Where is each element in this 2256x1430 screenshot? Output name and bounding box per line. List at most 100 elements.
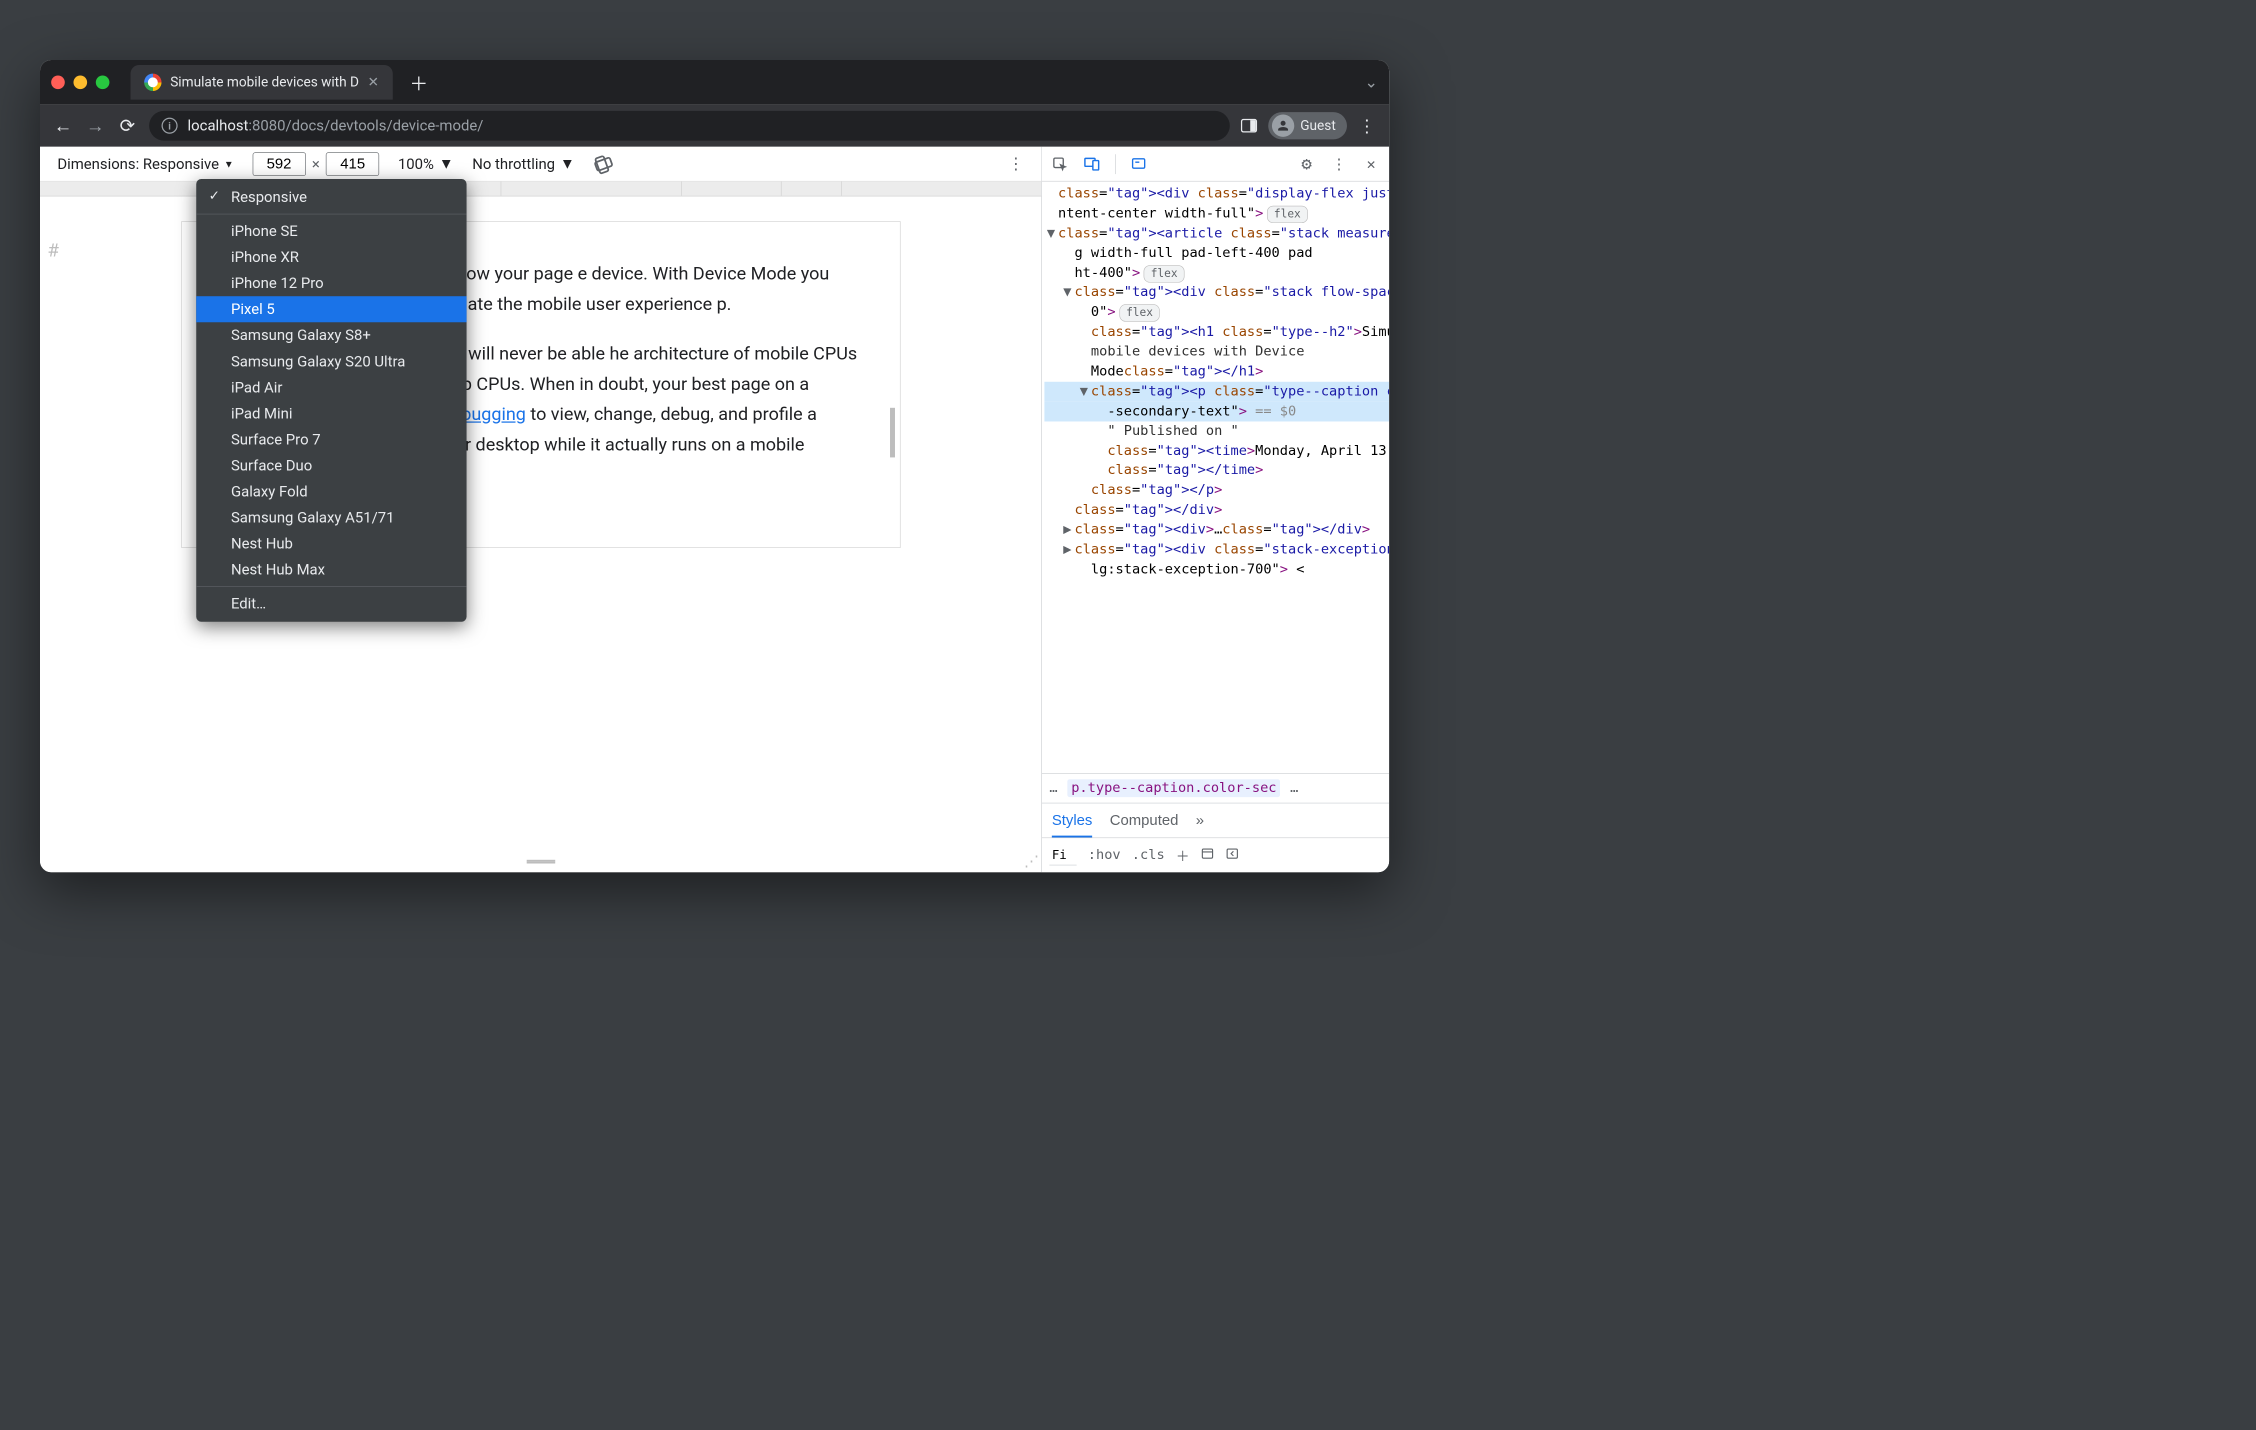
tabs-chevron-icon[interactable]: ⌄: [1364, 73, 1378, 92]
devtools-tabbar: ⚙ ⋮ ✕: [1042, 147, 1389, 182]
device-list-dropdown: Responsive iPhone SEiPhone XRiPhone 12 P…: [196, 179, 466, 622]
scroll-indicator-icon[interactable]: [890, 408, 895, 458]
browser-menu-button[interactable]: ⋮: [1358, 115, 1377, 135]
grip-icon: [526, 860, 555, 864]
device-option[interactable]: iPad Air: [196, 374, 466, 400]
dimensions-label: Dimensions: Responsive: [57, 155, 219, 172]
device-option[interactable]: Pixel 5: [196, 296, 466, 322]
elements-line[interactable]: g width-full pad-left-400 pad: [1044, 243, 1389, 263]
device-option[interactable]: iPad Mini: [196, 400, 466, 426]
page-hash[interactable]: #: [47, 240, 58, 262]
forward-button[interactable]: →: [85, 115, 106, 137]
device-option[interactable]: Nest Hub Max: [196, 557, 466, 583]
styles-filterbar: :hov .cls ＋: [1042, 837, 1389, 872]
tab-computed[interactable]: Computed: [1110, 812, 1179, 829]
device-option[interactable]: Surface Duo: [196, 452, 466, 478]
content-row: Dimensions: Responsive ▼ × 100% ▼ No thr…: [40, 147, 1389, 872]
window-close-button[interactable]: [51, 76, 65, 90]
width-input[interactable]: [252, 152, 305, 176]
back-button[interactable]: ←: [52, 115, 73, 137]
tab-styles[interactable]: Styles: [1052, 812, 1093, 837]
elements-line[interactable]: lg:stack-exception-700"> <: [1044, 560, 1389, 580]
device-option[interactable]: Nest Hub: [196, 531, 466, 557]
device-toggle-icon[interactable]: [1083, 155, 1102, 174]
inspect-icon[interactable]: [1051, 155, 1070, 174]
profile-label: Guest: [1300, 118, 1336, 134]
zoom-dropdown[interactable]: 100% ▼: [398, 155, 454, 173]
device-toolbar-menu[interactable]: ⋮: [1008, 155, 1024, 174]
device-option[interactable]: Samsung Galaxy S20 Ultra: [196, 348, 466, 374]
device-option[interactable]: Samsung Galaxy A51/71: [196, 505, 466, 531]
device-option[interactable]: Galaxy Fold: [196, 479, 466, 505]
url-path: /docs/devtools/device-mode/: [285, 117, 483, 134]
computed-sidebar-icon[interactable]: [1201, 846, 1215, 863]
elements-line[interactable]: class="tag"><h1 class="type--h2">Simul: [1044, 322, 1389, 342]
elements-line[interactable]: ht-400">flex: [1044, 263, 1389, 283]
settings-icon[interactable]: ⚙: [1297, 155, 1316, 174]
browser-tab[interactable]: Simulate mobile devices with D ✕: [131, 65, 393, 100]
throttle-dropdown[interactable]: No throttling ▼: [472, 155, 574, 173]
devtools-panel: ⚙ ⋮ ✕ class="tag"><div class="display-fl…: [1042, 147, 1389, 872]
address-bar-right: Guest ⋮: [1241, 112, 1377, 139]
elements-line[interactable]: ▼class="tag"><article class="stack measu…: [1044, 224, 1389, 244]
elements-tab-icon[interactable]: [1129, 155, 1148, 174]
elements-line[interactable]: mobile devices with Device: [1044, 342, 1389, 362]
styles-tabbar: Styles Computed »: [1042, 803, 1389, 838]
elements-line[interactable]: class="tag"></time>: [1044, 461, 1389, 481]
hov-button[interactable]: :hov: [1088, 847, 1121, 863]
elements-line[interactable]: ntent-center width-full">flex: [1044, 204, 1389, 224]
device-option[interactable]: iPhone 12 Pro: [196, 270, 466, 296]
corner-resize-icon[interactable]: ⋰: [1024, 852, 1039, 869]
crumb-more[interactable]: …: [1290, 780, 1298, 796]
elements-line[interactable]: class="tag"></div>: [1044, 500, 1389, 520]
elements-line[interactable]: " Published on ": [1044, 421, 1389, 441]
device-option-responsive[interactable]: Responsive: [196, 184, 466, 210]
elements-line[interactable]: ▶class="tag"><div>…class="tag"></div>: [1044, 520, 1389, 540]
url-host: localhost: [188, 117, 249, 134]
elements-breadcrumb[interactable]: … p.type--caption.color-sec …: [1042, 773, 1389, 803]
devtools-menu-icon[interactable]: ⋮: [1330, 155, 1349, 174]
device-mode-panel: Dimensions: Responsive ▼ × 100% ▼ No thr…: [40, 147, 1042, 872]
elements-line[interactable]: class="tag"></p>: [1044, 481, 1389, 501]
elements-tree[interactable]: class="tag"><div class="display-flex jus…: [1042, 182, 1389, 773]
elements-line[interactable]: -secondary-text"> == $0: [1044, 401, 1389, 421]
browser-window: Simulate mobile devices with D ✕ ＋ ⌄ ← →…: [40, 60, 1389, 872]
cls-button[interactable]: .cls: [1132, 847, 1165, 863]
elements-line[interactable]: Modeclass="tag"></h1>: [1044, 362, 1389, 382]
height-input[interactable]: [326, 152, 379, 176]
rotate-icon[interactable]: [593, 153, 614, 174]
profile-chip[interactable]: Guest: [1268, 112, 1347, 139]
crumb-ellipsis[interactable]: …: [1049, 780, 1057, 796]
titlebar: Simulate mobile devices with D ✕ ＋ ⌄: [40, 60, 1389, 105]
device-option[interactable]: iPhone SE: [196, 218, 466, 244]
window-minimize-button[interactable]: [73, 76, 87, 90]
window-zoom-button[interactable]: [96, 76, 110, 90]
crumb-selected[interactable]: p.type--caption.color-sec: [1067, 779, 1280, 797]
elements-line[interactable]: ▼class="tag"><p class="type--caption co: [1044, 382, 1389, 402]
device-toolbar: Dimensions: Responsive ▼ × 100% ▼ No thr…: [40, 147, 1041, 182]
device-option[interactable]: iPhone XR: [196, 244, 466, 270]
url-box[interactable]: i localhost:8080/docs/devtools/device-mo…: [149, 111, 1229, 141]
dimensions-dropdown[interactable]: Dimensions: Responsive ▼: [57, 155, 233, 172]
devtools-close-icon[interactable]: ✕: [1362, 155, 1381, 174]
reload-button[interactable]: ⟳: [117, 115, 138, 137]
tab-more[interactable]: »: [1196, 812, 1204, 829]
device-option[interactable]: Surface Pro 7: [196, 426, 466, 452]
elements-line[interactable]: ▶class="tag"><div class="stack-exception…: [1044, 540, 1389, 560]
elements-line[interactable]: class="tag"><time>Monday, April 13,: [1044, 441, 1389, 461]
device-option-edit[interactable]: Edit…: [196, 591, 466, 617]
elements-line[interactable]: class="tag"><div class="display-flex jus…: [1044, 184, 1389, 204]
new-style-rule-icon[interactable]: ＋: [1176, 845, 1190, 865]
styles-filter-input[interactable]: [1049, 845, 1076, 865]
toggle-pane-icon[interactable]: [1225, 846, 1239, 863]
tab-close-icon[interactable]: ✕: [368, 75, 379, 91]
viewport-resize-handle[interactable]: [40, 851, 1041, 872]
site-info-icon[interactable]: i: [162, 118, 178, 134]
size-separator: ×: [312, 155, 320, 172]
elements-line[interactable]: 0">flex: [1044, 303, 1389, 323]
elements-line[interactable]: ▼class="tag"><div class="stack flow-spac…: [1044, 283, 1389, 303]
side-panel-icon[interactable]: [1241, 119, 1257, 133]
new-tab-button[interactable]: ＋: [405, 69, 432, 96]
device-option[interactable]: Samsung Galaxy S8+: [196, 322, 466, 348]
device-ruler[interactable]: [40, 182, 1041, 197]
